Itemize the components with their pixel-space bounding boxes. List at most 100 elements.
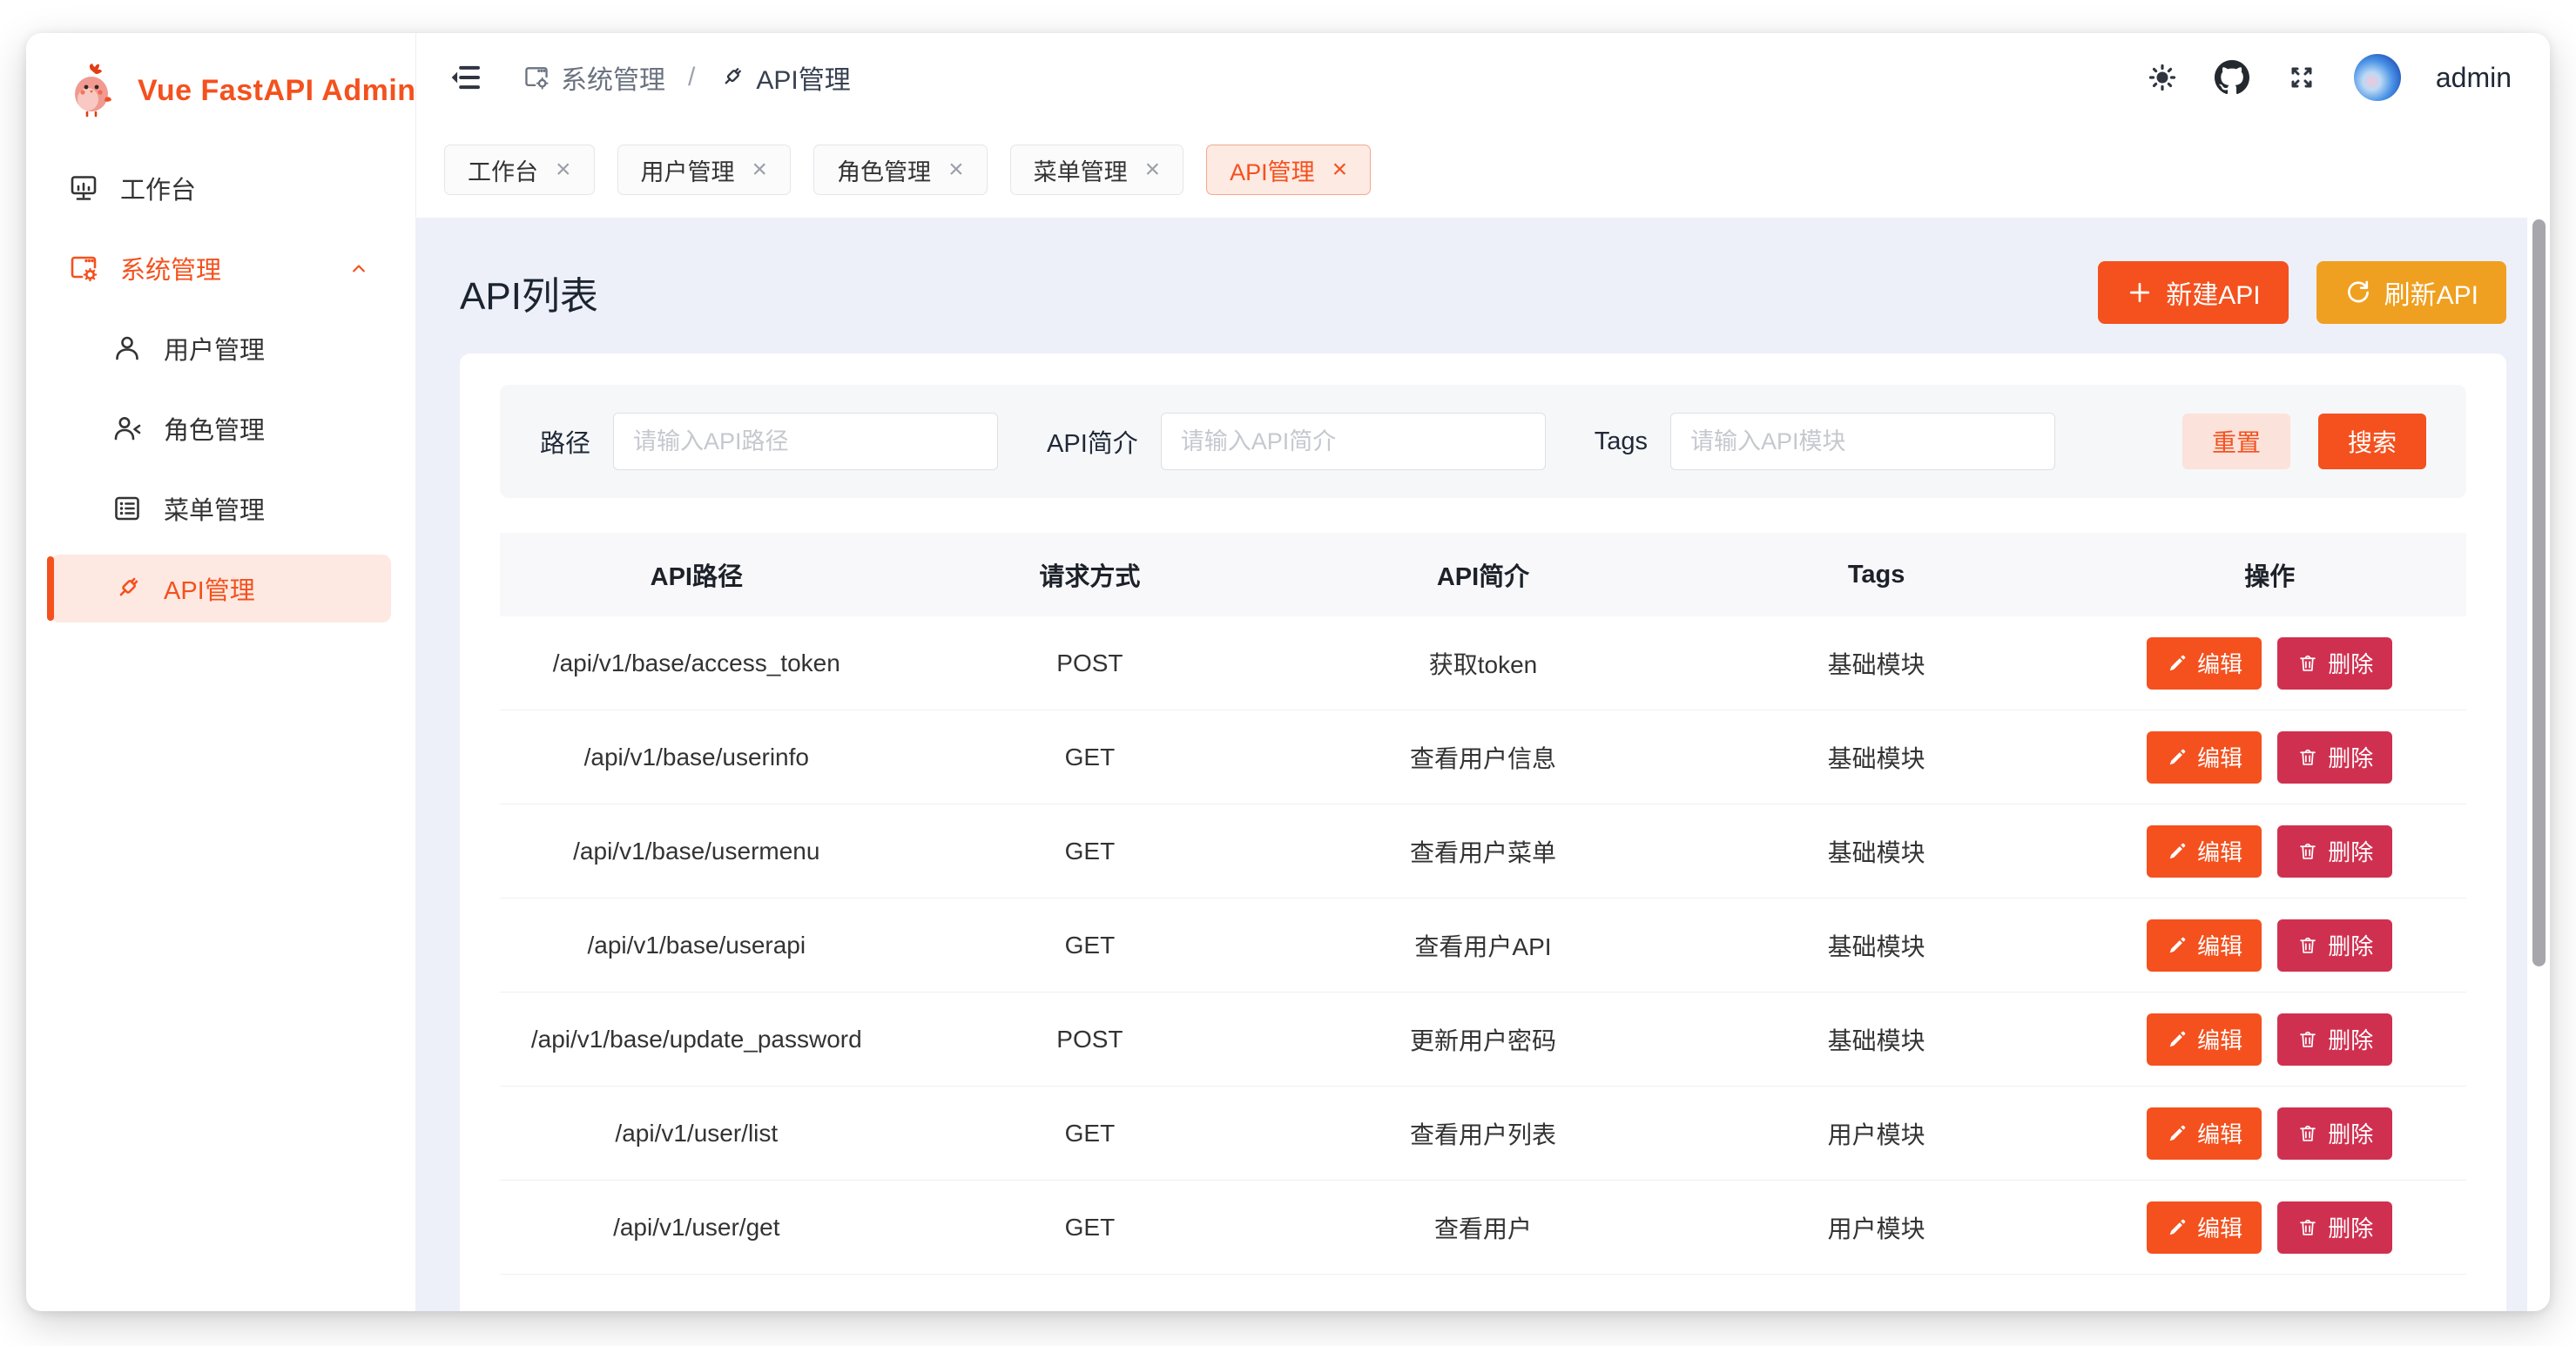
tab-label: 角色管理 [837, 153, 931, 187]
plug-icon [718, 64, 745, 91]
chick-mascot-icon [64, 63, 120, 118]
cell-path: /api/v1/user/list [500, 1120, 894, 1147]
cell-tags: 基础模块 [1680, 834, 2074, 869]
close-icon[interactable]: × [948, 157, 964, 183]
tab-api[interactable]: API管理 × [1206, 145, 1371, 195]
close-icon[interactable]: × [556, 157, 571, 183]
sidebar-item-menus[interactable]: 菜单管理 [51, 474, 391, 542]
scrollbar-thumb[interactable] [2532, 219, 2546, 966]
breadcrumb-label: API管理 [756, 58, 850, 97]
filter-path: 路径 [540, 413, 998, 470]
sidebar-item-roles[interactable]: 角色管理 [51, 394, 391, 462]
cell-tags: 用户模块 [1680, 1210, 2074, 1245]
table-card: 路径 API简介 Tags 重置 搜索 [460, 353, 2506, 1311]
collapse-sidebar-button[interactable] [448, 59, 484, 96]
delete-button[interactable]: 删除 [2277, 1013, 2392, 1066]
theme-toggle-button[interactable] [2145, 60, 2180, 95]
page-title: API列表 [460, 265, 598, 320]
sidebar-item-label: API管理 [164, 570, 255, 607]
button-label: 刷新API [2384, 273, 2478, 312]
button-label: 编辑 [2197, 1211, 2242, 1243]
search-button[interactable]: 搜索 [2318, 414, 2426, 469]
table-header: API路径 请求方式 API简介 Tags 操作 [500, 533, 2466, 616]
cell-actions: 编辑 删除 [2073, 731, 2466, 784]
button-label: 删除 [2328, 741, 2373, 773]
sidebar-item-label: 用户管理 [164, 330, 265, 367]
edit-button[interactable]: 编辑 [2147, 1107, 2262, 1160]
sidebar-item-users[interactable]: 用户管理 [51, 314, 391, 382]
cell-tags: 基础模块 [1680, 1022, 2074, 1057]
cell-method: GET [894, 744, 1287, 771]
delete-button[interactable]: 删除 [2277, 919, 2392, 972]
cell-summary: 查看用户API [1286, 928, 1680, 963]
button-label: 新建API [2166, 273, 2260, 312]
logo[interactable]: Vue FastAPI Admin [26, 33, 415, 118]
button-label: 编辑 [2197, 741, 2242, 773]
sidebar-item-workbench[interactable]: 工作台 [51, 154, 391, 222]
tab-workbench[interactable]: 工作台 × [444, 145, 595, 195]
tab-label: API管理 [1230, 153, 1315, 187]
pencil-icon [2166, 746, 2188, 769]
username[interactable]: admin [2436, 62, 2512, 94]
tab-label: 菜单管理 [1034, 153, 1128, 187]
filter-tags: Tags [1595, 413, 2055, 470]
button-label: 编辑 [2197, 1117, 2242, 1149]
refresh-api-button[interactable]: 刷新API [2316, 261, 2506, 324]
cell-summary: 查看用户信息 [1286, 740, 1680, 775]
delete-button[interactable]: 删除 [2277, 731, 2392, 784]
content-area: API列表 新建API 刷新API [416, 218, 2550, 1311]
cell-actions: 编辑 删除 [2073, 1013, 2466, 1066]
page-header: API列表 新建API 刷新API [460, 261, 2506, 324]
window-gear-icon [68, 252, 99, 284]
create-api-button[interactable]: 新建API [2098, 261, 2288, 324]
sidebar-item-system[interactable]: 系统管理 [51, 234, 391, 302]
edit-button[interactable]: 编辑 [2147, 731, 2262, 784]
edit-button[interactable]: 编辑 [2147, 825, 2262, 878]
sidebar-item-api[interactable]: API管理 [51, 555, 391, 623]
edit-button[interactable]: 编辑 [2147, 919, 2262, 972]
delete-button[interactable]: 删除 [2277, 825, 2392, 878]
cell-path: /api/v1/base/usermenu [500, 838, 894, 865]
cell-actions: 编辑 删除 [2073, 825, 2466, 878]
edit-button[interactable]: 编辑 [2147, 1013, 2262, 1066]
close-icon[interactable]: × [1332, 157, 1348, 183]
column-actions: 操作 [2073, 556, 2466, 593]
delete-button[interactable]: 删除 [2277, 1107, 2392, 1160]
close-icon[interactable]: × [1145, 157, 1161, 183]
sidebar-item-label: 工作台 [120, 170, 196, 206]
trash-icon [2296, 1216, 2319, 1239]
github-button[interactable] [2215, 60, 2249, 95]
tab-users[interactable]: 用户管理 × [617, 145, 792, 195]
sun-icon [2147, 62, 2178, 93]
pencil-icon [2166, 1122, 2188, 1145]
breadcrumb-api[interactable]: API管理 [718, 58, 850, 97]
summary-input[interactable] [1161, 413, 1546, 470]
cell-summary: 查看用户 [1286, 1210, 1680, 1245]
cell-method: POST [894, 1026, 1287, 1053]
edit-button[interactable]: 编辑 [2147, 1201, 2262, 1254]
cell-summary: 获取token [1286, 646, 1680, 681]
delete-button[interactable]: 删除 [2277, 637, 2392, 690]
pencil-icon [2166, 1216, 2188, 1239]
table-row: /api/v1/user/list GET 查看用户列表 用户模块 编辑 删除 [500, 1087, 2466, 1181]
tags-input[interactable] [1670, 413, 2055, 470]
delete-button[interactable]: 删除 [2277, 1201, 2392, 1254]
filter-summary: API简介 [1047, 413, 1546, 470]
page-actions: 新建API 刷新API [2098, 261, 2506, 324]
trash-icon [2296, 1028, 2319, 1051]
breadcrumb-system[interactable]: 系统管理 [523, 58, 665, 97]
edit-button[interactable]: 编辑 [2147, 637, 2262, 690]
person-arrow-icon [111, 413, 143, 444]
tabbar: 工作台 × 用户管理 × 角色管理 × 菜单管理 × API管理 × [416, 122, 2550, 218]
cell-actions: 编辑 删除 [2073, 637, 2466, 690]
cell-method: GET [894, 838, 1287, 865]
avatar[interactable] [2354, 54, 2401, 101]
reset-button[interactable]: 重置 [2182, 414, 2290, 469]
chevron-up-icon [346, 255, 372, 281]
path-input[interactable] [613, 413, 998, 470]
tab-roles[interactable]: 角色管理 × [813, 145, 988, 195]
fullscreen-button[interactable] [2284, 60, 2319, 95]
close-icon[interactable]: × [752, 157, 768, 183]
trash-icon [2296, 934, 2319, 957]
tab-menus[interactable]: 菜单管理 × [1010, 145, 1184, 195]
